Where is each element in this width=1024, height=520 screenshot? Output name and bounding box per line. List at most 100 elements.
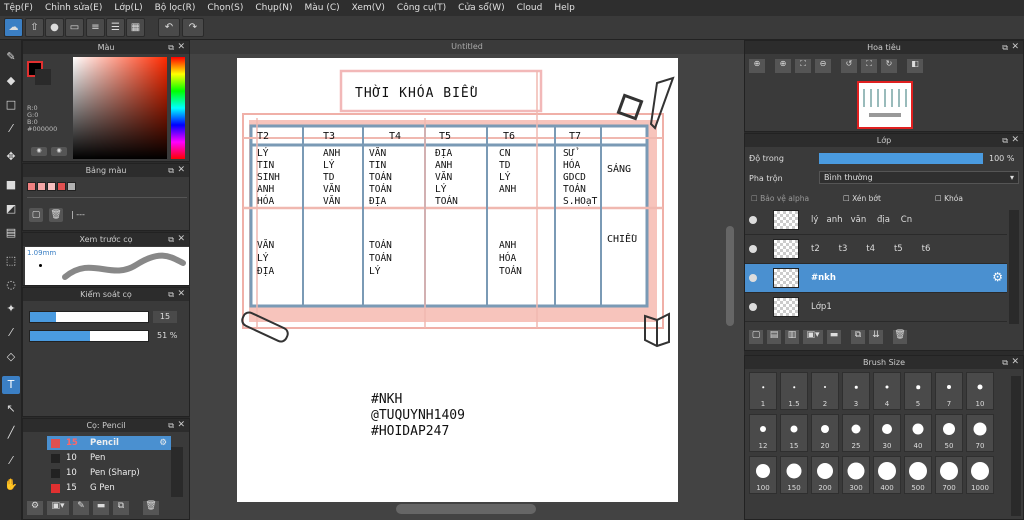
menu-item[interactable]: Màu (C) <box>305 3 340 13</box>
layer-row[interactable]: lý anh văn địa Cn <box>745 206 1007 235</box>
brush-size-option[interactable]: 25 <box>842 414 870 452</box>
detach-icon[interactable]: ⧉ <box>168 419 174 432</box>
palette-swatch[interactable] <box>27 182 36 191</box>
text-tool-icon[interactable]: T <box>2 376 20 394</box>
brush-size-option[interactable]: 12 <box>749 414 777 452</box>
close-icon[interactable]: ✕ <box>1011 41 1019 54</box>
settings-icon[interactable]: ⚙ <box>27 501 43 515</box>
horizontal-scrollbar[interactable] <box>396 504 536 514</box>
menu-item[interactable]: Công cụ(T) <box>397 3 446 13</box>
close-icon[interactable]: ✕ <box>177 288 185 301</box>
brush-list-scrollbar[interactable] <box>171 447 183 497</box>
bucket-icon[interactable]: ◩ <box>2 200 20 218</box>
brush-size-option[interactable]: 500 <box>904 456 932 494</box>
opacity-slider[interactable] <box>29 330 149 342</box>
close-icon[interactable]: ✕ <box>1011 134 1019 147</box>
new-8bit-layer-icon[interactable]: ▥ <box>785 330 799 344</box>
close-icon[interactable]: ✕ <box>177 233 185 246</box>
brush-size-option[interactable]: 400 <box>873 456 901 494</box>
undo-icon[interactable]: ↶ <box>158 18 180 37</box>
zoom-fit-icon[interactable]: ⊕ <box>749 59 765 73</box>
list-icon[interactable]: ☰ <box>106 18 125 37</box>
brush-size-option[interactable]: 3 <box>842 372 870 410</box>
size-slider[interactable] <box>29 311 149 323</box>
brush-item[interactable]: 10 Pen (Sharp) <box>47 466 171 480</box>
visibility-icon[interactable] <box>749 274 757 282</box>
eyedropper-icon[interactable]: ⁄ <box>2 452 20 470</box>
visibility-icon[interactable] <box>749 245 757 253</box>
duplicate-layer-icon[interactable]: ⧉ <box>851 330 865 344</box>
edit-icon[interactable]: ✎ <box>73 501 89 515</box>
rotate-right-icon[interactable]: ↻ <box>881 59 897 73</box>
alpha-lock-checkbox[interactable]: ☐ Bảo vệ alpha <box>751 194 809 203</box>
add-layer-menu-icon[interactable]: ▣▾ <box>803 330 823 344</box>
menu-item[interactable]: Tệp(F) <box>4 3 33 13</box>
hand-icon[interactable]: ✋ <box>2 476 20 494</box>
lasso-icon[interactable]: ◌ <box>2 276 20 294</box>
background-color-swatch[interactable] <box>35 69 51 85</box>
gear-icon[interactable]: ⚙ <box>159 438 167 448</box>
brush-size-option[interactable]: 1000 <box>966 456 994 494</box>
message-icon[interactable]: ▭ <box>65 18 84 37</box>
navigator-thumbnail[interactable] <box>857 81 913 129</box>
cloud-icon[interactable]: ☁ <box>4 18 23 37</box>
detach-icon[interactable]: ⧉ <box>1002 356 1008 369</box>
color-mode-button[interactable]: ◉ <box>31 147 47 156</box>
brush-size-option[interactable]: 70 <box>966 414 994 452</box>
zoom-out-icon[interactable]: ⊖ <box>815 59 831 73</box>
menu-item[interactable]: Chụp(N) <box>255 3 292 13</box>
export-icon[interactable]: ⇧ <box>25 18 44 37</box>
select-pen-icon[interactable]: ⁄ <box>2 324 20 342</box>
vertical-scrollbar[interactable] <box>726 226 734 326</box>
palette-swatch[interactable] <box>57 182 66 191</box>
hue-slider[interactable] <box>171 57 185 159</box>
visibility-icon[interactable] <box>749 303 757 311</box>
detach-icon[interactable]: ⧉ <box>168 41 174 54</box>
select-icon[interactable]: ⬚ <box>2 252 20 270</box>
menu-item[interactable]: Lớp(L) <box>114 3 142 13</box>
brush-size-option[interactable]: 15 <box>780 414 808 452</box>
brush-size-option[interactable]: 100 <box>749 456 777 494</box>
document-icon[interactable]: ≡ <box>86 18 105 37</box>
magic-wand-icon[interactable]: ✦ <box>2 300 20 318</box>
close-icon[interactable]: ✕ <box>177 164 185 177</box>
menu-item[interactable]: Chỉnh sửa(E) <box>45 3 102 13</box>
layer-opacity-slider[interactable] <box>819 153 983 164</box>
trash-icon[interactable]: 🗑 <box>143 501 159 515</box>
grid-icon[interactable]: ▦ <box>126 18 145 37</box>
comment-icon[interactable]: ● <box>45 18 64 37</box>
close-icon[interactable]: ✕ <box>177 419 185 432</box>
menu-item[interactable]: Cloud <box>517 3 543 13</box>
gradient-icon[interactable]: ▤ <box>2 224 20 242</box>
brush-size-option[interactable]: 30 <box>873 414 901 452</box>
brush-size-option[interactable]: 50 <box>935 414 963 452</box>
brush-size-scrollbar[interactable] <box>1011 376 1021 516</box>
detach-icon[interactable]: ⧉ <box>1002 134 1008 147</box>
layer-row[interactable]: Lớp1 <box>745 293 1007 322</box>
delete-palette-icon[interactable]: 🗑 <box>49 208 63 222</box>
brush-size-option[interactable]: 20 <box>811 414 839 452</box>
new-halftone-layer-icon[interactable]: ▤ <box>767 330 781 344</box>
dropper-icon[interactable]: ╱ <box>2 424 20 442</box>
menu-item[interactable]: Help <box>554 3 575 13</box>
palette-swatch[interactable] <box>47 182 56 191</box>
brush-size-option[interactable]: 10 <box>966 372 994 410</box>
brush-size-option[interactable]: 7 <box>935 372 963 410</box>
brush-size-option[interactable]: 200 <box>811 456 839 494</box>
redo-icon[interactable]: ↷ <box>182 18 204 37</box>
brush-size-option[interactable]: 1.5 <box>780 372 808 410</box>
brush-size-option[interactable]: 700 <box>935 456 963 494</box>
document-tab[interactable]: Untitled <box>190 40 744 54</box>
layer-scrollbar[interactable] <box>1009 210 1019 324</box>
fit-window-icon[interactable]: ⛶ <box>795 59 811 73</box>
folder-icon[interactable]: ▬ <box>93 501 109 515</box>
palette-swatch[interactable] <box>37 182 46 191</box>
fill-rect-icon[interactable]: ■ <box>2 176 20 194</box>
operation-icon[interactable]: ↖ <box>2 400 20 418</box>
detach-icon[interactable]: ⧉ <box>168 233 174 246</box>
brush-item[interactable]: 15 G Pen <box>47 481 171 495</box>
blend-mode-select[interactable]: Bình thường ▾ <box>819 171 1019 184</box>
color-swap-button[interactable]: ◉ <box>51 147 67 156</box>
duplicate-icon[interactable]: ⧉ <box>113 501 129 515</box>
brush-size-option[interactable]: 300 <box>842 456 870 494</box>
